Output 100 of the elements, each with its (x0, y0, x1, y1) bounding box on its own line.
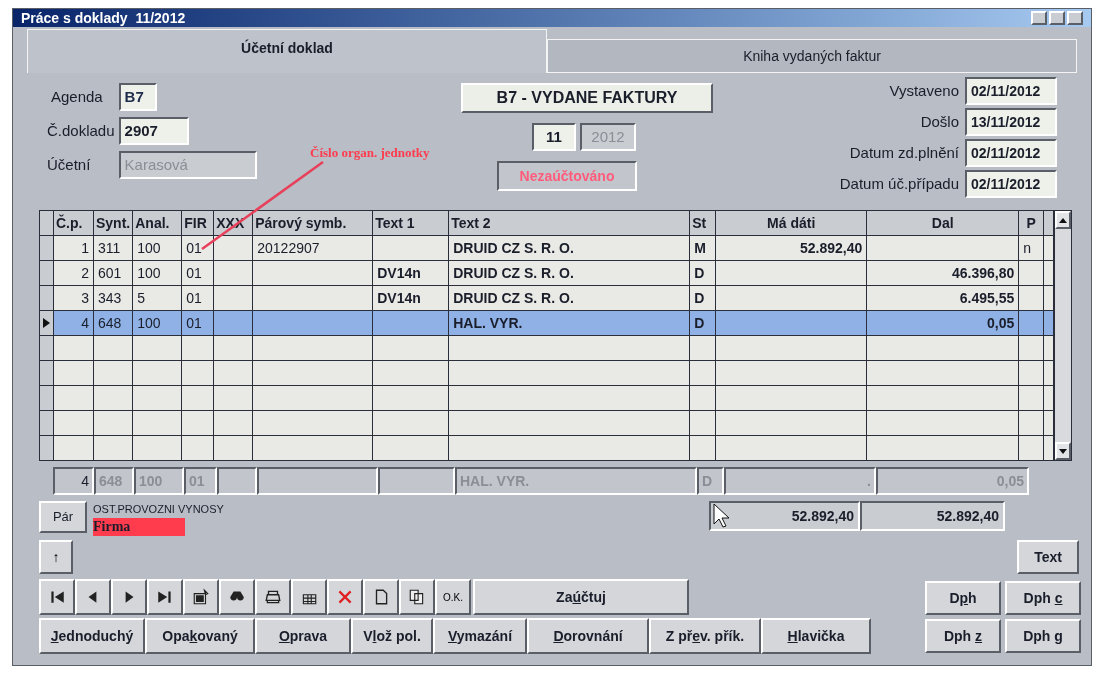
last-icon[interactable] (147, 579, 183, 615)
tab[interactable]: Účetní doklad (27, 29, 547, 73)
tab[interactable]: Kniha vydaných faktur (547, 39, 1077, 73)
ok-button[interactable]: O.K. (435, 579, 471, 615)
table-cell: D (694, 314, 705, 331)
table-row[interactable]: 2 601 100 01 DV14n DRUID CZ S. R. O. D 46.396,80 (39, 260, 1054, 286)
table-cell: 311 (98, 239, 121, 256)
form-edit-icon[interactable] (183, 579, 219, 615)
table-cell: 100 (137, 239, 161, 256)
maximize-button[interactable] (1049, 11, 1065, 25)
date-field[interactable]: 02/11/2012 (965, 77, 1057, 105)
agenda-field[interactable]: B7 (118, 83, 157, 111)
current-row-cell: 0,05 (876, 467, 1029, 495)
row-pointer-icon (43, 318, 51, 328)
table-cell: 4 (81, 314, 89, 331)
vat-button[interactable]: Dph g (1005, 619, 1081, 653)
column-header[interactable]: Má dáti (715, 210, 867, 236)
vat-button[interactable]: Dph z (925, 619, 1001, 653)
table-cell: DV14n (377, 264, 421, 281)
first-icon[interactable] (39, 579, 75, 615)
month-field[interactable]: 11 (532, 123, 576, 151)
firma-label: Firma (93, 517, 185, 536)
current-row-cell: . (724, 467, 876, 495)
action-button[interactable]: Oprava (255, 618, 351, 654)
table-cell: 5 (137, 289, 146, 306)
date-field[interactable]: 02/11/2012 (965, 139, 1057, 167)
current-row-cell: HAL. VYR. (455, 467, 697, 495)
table-cell: 46.396,80 (951, 264, 1015, 281)
table-row[interactable]: 1 311 100 01 20122907 DRUID CZ S. R. O. M 52.892,40 n (39, 235, 1054, 261)
column-header[interactable]: Text 2 (448, 210, 690, 236)
action-button[interactable]: Z přev. přík. (649, 618, 761, 654)
table-icon[interactable] (291, 579, 327, 615)
date-field[interactable]: 02/11/2012 (965, 170, 1057, 198)
scroll-down-button[interactable] (1055, 442, 1072, 460)
previous-icon[interactable] (75, 579, 111, 615)
action-button[interactable]: Jednoduchý (39, 618, 145, 654)
column-header[interactable]: Text 1 (372, 210, 449, 236)
status-field: Nezaúčtováno (497, 161, 637, 191)
document-number-field[interactable]: 2907 (118, 117, 189, 145)
table-cell: DRUID CZ S. R. O. (453, 289, 574, 306)
up-button[interactable]: ↑ (39, 540, 73, 574)
pair-button[interactable]: Pár (39, 501, 87, 533)
table-cell: 601 (98, 264, 122, 281)
column-header[interactable]: Dal (866, 210, 1019, 236)
column-header[interactable]: Synt. (93, 210, 133, 236)
action-button[interactable]: Hlavička (761, 618, 871, 654)
column-header[interactable]: P (1018, 210, 1044, 236)
current-row-cell: 100 (134, 467, 184, 495)
table-cell: DV14n (377, 289, 421, 306)
date-field[interactable]: 13/11/2012 (965, 108, 1057, 136)
action-button[interactable]: Vymazání (433, 618, 527, 654)
column-header[interactable]: FIR (181, 210, 214, 236)
printer-icon[interactable] (255, 579, 291, 615)
column-header[interactable]: Anal. (132, 210, 182, 236)
table-cell: 0,05 (987, 314, 1015, 331)
action-button[interactable]: Dorovnání (527, 618, 649, 654)
field-label: Č.dokladu (47, 120, 115, 141)
table-row[interactable]: 4 648 100 01 HAL. VYR. D 0,05 (39, 310, 1054, 336)
column-header[interactable]: St (689, 210, 716, 236)
debit-total: 52.892,40 (709, 501, 860, 531)
delete-icon[interactable] (327, 579, 363, 615)
column-header[interactable]: Č.p. (53, 210, 94, 236)
current-row-cell: D (697, 467, 724, 495)
binoculars-icon[interactable] (219, 579, 255, 615)
mouse-pointer-icon (713, 503, 731, 529)
field-label: Agenda (50, 86, 104, 107)
table-cell: M (694, 239, 706, 256)
action-button[interactable]: Vlož pol. (351, 618, 433, 654)
vat-button[interactable]: Dph c (1005, 581, 1081, 615)
date-label: Došlo (919, 111, 959, 132)
down-arrow-icon (1059, 448, 1068, 454)
table-row[interactable]: 3 343 5 01 DV14n DRUID CZ S. R. O. D 6.495,55 (39, 285, 1054, 311)
table-cell: HAL. VYR. (453, 314, 523, 331)
scrollbar[interactable] (1054, 210, 1073, 461)
post-button[interactable]: Zaúčtuj (473, 579, 689, 615)
table-cell: 01 (186, 314, 202, 331)
date-label: Datum zd.plnění (848, 142, 959, 163)
table-cell: D (694, 289, 705, 306)
vat-button[interactable]: Dph (925, 581, 1001, 615)
table-cell: 01 (186, 264, 202, 281)
page-icon[interactable] (363, 579, 399, 615)
table-cell: 100 (137, 314, 161, 331)
close-button[interactable] (1067, 11, 1083, 25)
column-header[interactable]: Párový symb. (252, 210, 373, 236)
minimize-button[interactable] (1031, 11, 1047, 25)
current-row-cell (217, 467, 257, 495)
current-row-cell: 01 (184, 467, 217, 495)
table-cell: n (1023, 239, 1032, 256)
scroll-up-button[interactable] (1055, 211, 1072, 229)
action-button[interactable]: Opakovaný (145, 618, 255, 654)
account-name: OST.PROVOZNI VYNOSY (93, 502, 225, 517)
current-row-cell: 648 (94, 467, 134, 495)
table-cell: D (694, 264, 705, 281)
next-icon[interactable] (111, 579, 147, 615)
copy-icon[interactable] (399, 579, 435, 615)
table-cell: 01 (186, 239, 202, 256)
table-cell: 20122907 (257, 239, 320, 256)
table-cell: 343 (98, 289, 122, 306)
text-button[interactable]: Text (1017, 540, 1079, 574)
field-label: Účetní (47, 154, 92, 175)
